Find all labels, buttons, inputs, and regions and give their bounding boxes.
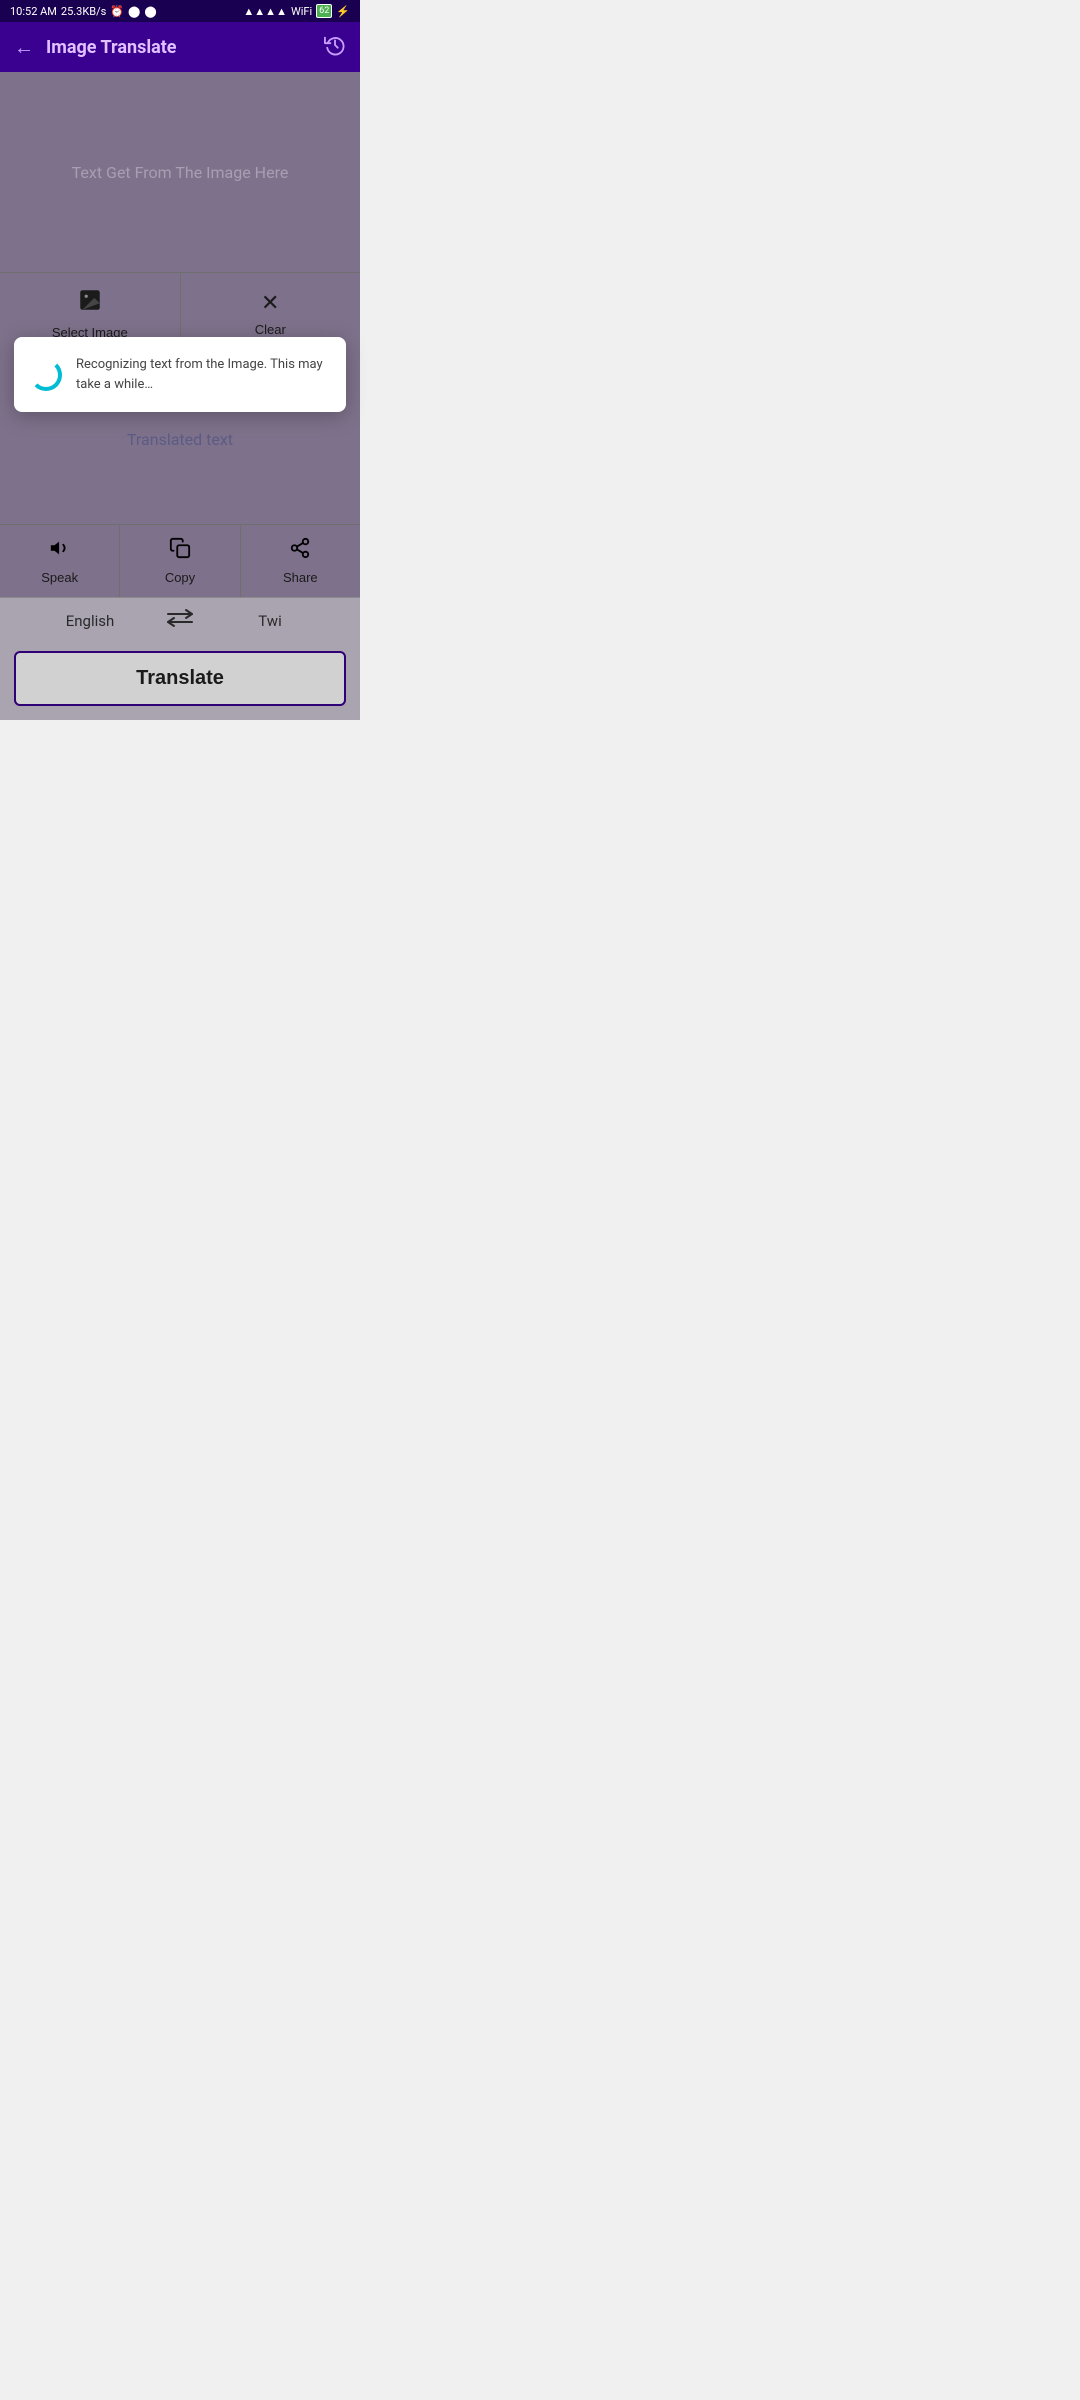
bottom-action-row: Speak Copy Share: [0, 524, 360, 597]
clear-label: Clear: [255, 322, 286, 337]
time: 10:52 AM: [10, 5, 57, 18]
back-button[interactable]: ←: [14, 35, 34, 60]
ocr-text-area: Text Get From The Image Here: [0, 72, 360, 272]
app-icon-1: ⬤: [128, 5, 140, 18]
share-button[interactable]: Share: [241, 525, 360, 597]
image-icon: [77, 287, 103, 319]
app-title: Image Translate: [46, 37, 324, 58]
source-language[interactable]: English: [20, 612, 160, 630]
status-left: 10:52 AM 25.3KB/s ⏰ ⬤ ⬤: [10, 5, 157, 18]
speak-icon: [49, 537, 71, 565]
copy-button[interactable]: Copy: [120, 525, 240, 597]
loading-message: Recognizing text from the Image. This ma…: [76, 355, 330, 394]
translated-placeholder: Translated text: [127, 430, 233, 449]
main-content: Text Get From The Image Here Select Imag…: [0, 72, 360, 720]
speak-button[interactable]: Speak: [0, 525, 120, 597]
status-right: ▲▲▲▲ WiFi 62 ⚡: [243, 4, 350, 18]
status-bar: 10:52 AM 25.3KB/s ⏰ ⬤ ⬤ ▲▲▲▲ WiFi 62 ⚡: [0, 0, 360, 22]
loading-spinner: [30, 359, 62, 391]
battery-indicator: 62: [316, 4, 332, 18]
history-button[interactable]: [324, 34, 346, 61]
translate-button[interactable]: Translate: [14, 651, 346, 706]
copy-icon: [169, 537, 191, 565]
loading-dialog: Recognizing text from the Image. This ma…: [14, 337, 346, 412]
copy-label: Copy: [165, 570, 195, 585]
speak-label: Speak: [41, 570, 78, 585]
language-bar: English Twi: [0, 597, 360, 643]
clear-icon: ✕: [261, 290, 279, 316]
app-icon-2: ⬤: [144, 5, 156, 18]
share-label: Share: [283, 570, 318, 585]
alarm-icon: ⏰: [110, 5, 124, 18]
translate-btn-wrap: Translate: [0, 643, 360, 720]
share-icon: [289, 537, 311, 565]
ocr-placeholder: Text Get From The Image Here: [72, 163, 289, 182]
signal-icon: ▲▲▲▲: [243, 5, 287, 18]
speed: 25.3KB/s: [61, 5, 106, 18]
charging-icon: ⚡: [336, 5, 350, 18]
swap-languages-button[interactable]: [160, 608, 200, 633]
wifi-icon: WiFi: [291, 5, 312, 18]
target-language[interactable]: Twi: [200, 612, 340, 630]
app-bar: ← Image Translate: [0, 22, 360, 72]
